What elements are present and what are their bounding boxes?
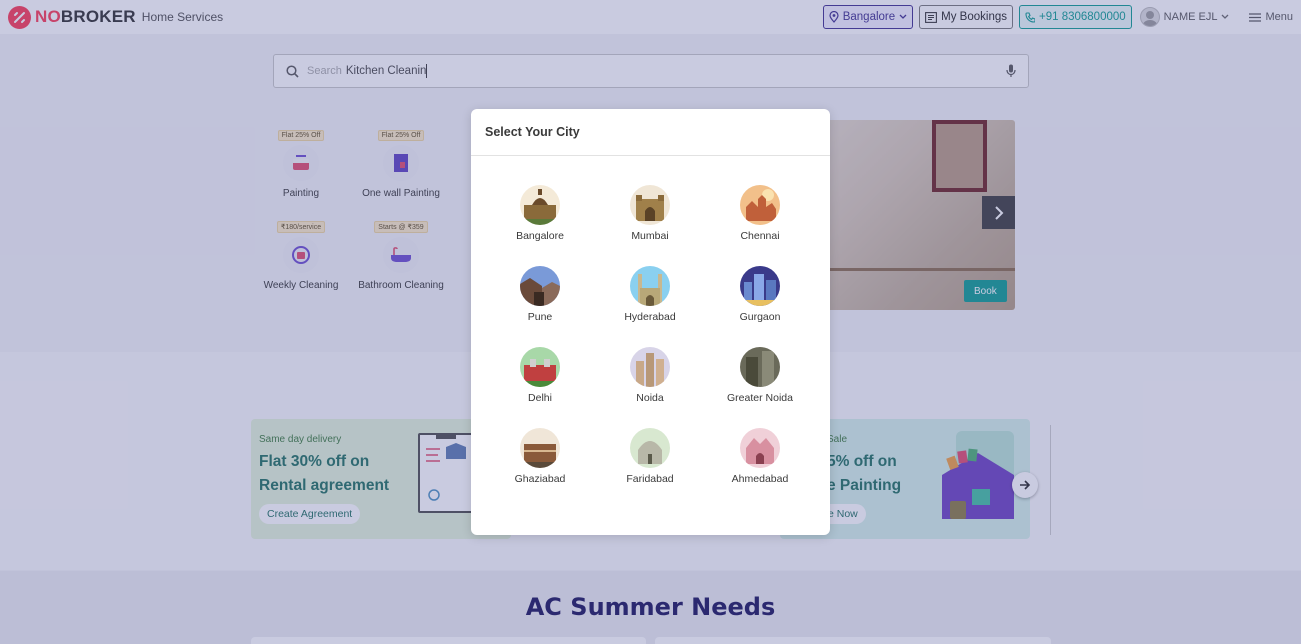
- delhi-landmark-icon: [520, 347, 560, 387]
- modal-title: Select Your City: [471, 109, 830, 156]
- city-name: Noida: [636, 392, 664, 404]
- city-name: Faridabad: [626, 473, 674, 485]
- city-name: Ahmedabad: [731, 473, 789, 485]
- hyderabad-landmark-icon: [630, 266, 670, 306]
- faridabad-landmark-icon: [630, 428, 670, 468]
- city-name: Chennai: [740, 230, 780, 242]
- city-name: Pune: [527, 311, 553, 323]
- city-option-delhi[interactable]: Delhi: [485, 347, 595, 404]
- city-option-greater-noida[interactable]: Greater Noida: [705, 347, 815, 404]
- city-option-ahmedabad[interactable]: Ahmedabad: [705, 428, 815, 485]
- city-name: Gurgaon: [739, 311, 781, 323]
- city-name: Bangalore: [516, 230, 564, 242]
- city-option-faridabad[interactable]: Faridabad: [595, 428, 705, 485]
- city-name: Delhi: [528, 392, 552, 404]
- city-option-noida[interactable]: Noida: [595, 347, 705, 404]
- greater-noida-landmark-icon: [740, 347, 780, 387]
- city-grid: Bangalore Mumbai Chennai Pune Hyderabad: [485, 185, 816, 485]
- ghaziabad-landmark-icon: [520, 428, 560, 468]
- pune-landmark-icon: [520, 266, 560, 306]
- select-city-modal: Select Your City Bangalore Mumbai Chenna…: [471, 109, 830, 535]
- city-option-pune[interactable]: Pune: [485, 266, 595, 323]
- city-name: Ghaziabad: [514, 473, 566, 485]
- city-name: Mumbai: [631, 230, 669, 242]
- bangalore-landmark-icon: [520, 185, 560, 225]
- city-name: Greater Noida: [727, 392, 793, 404]
- city-option-mumbai[interactable]: Mumbai: [595, 185, 705, 242]
- city-name: Hyderabad: [624, 311, 676, 323]
- noida-landmark-icon: [630, 347, 670, 387]
- city-option-bangalore[interactable]: Bangalore: [485, 185, 595, 242]
- mumbai-landmark-icon: [630, 185, 670, 225]
- city-option-hyderabad[interactable]: Hyderabad: [595, 266, 705, 323]
- city-option-chennai[interactable]: Chennai: [705, 185, 815, 242]
- city-option-gurgaon[interactable]: Gurgaon: [705, 266, 815, 323]
- chennai-landmark-icon: [740, 185, 780, 225]
- ahmedabad-landmark-icon: [740, 428, 780, 468]
- city-option-ghaziabad[interactable]: Ghaziabad: [485, 428, 595, 485]
- gurgaon-landmark-icon: [740, 266, 780, 306]
